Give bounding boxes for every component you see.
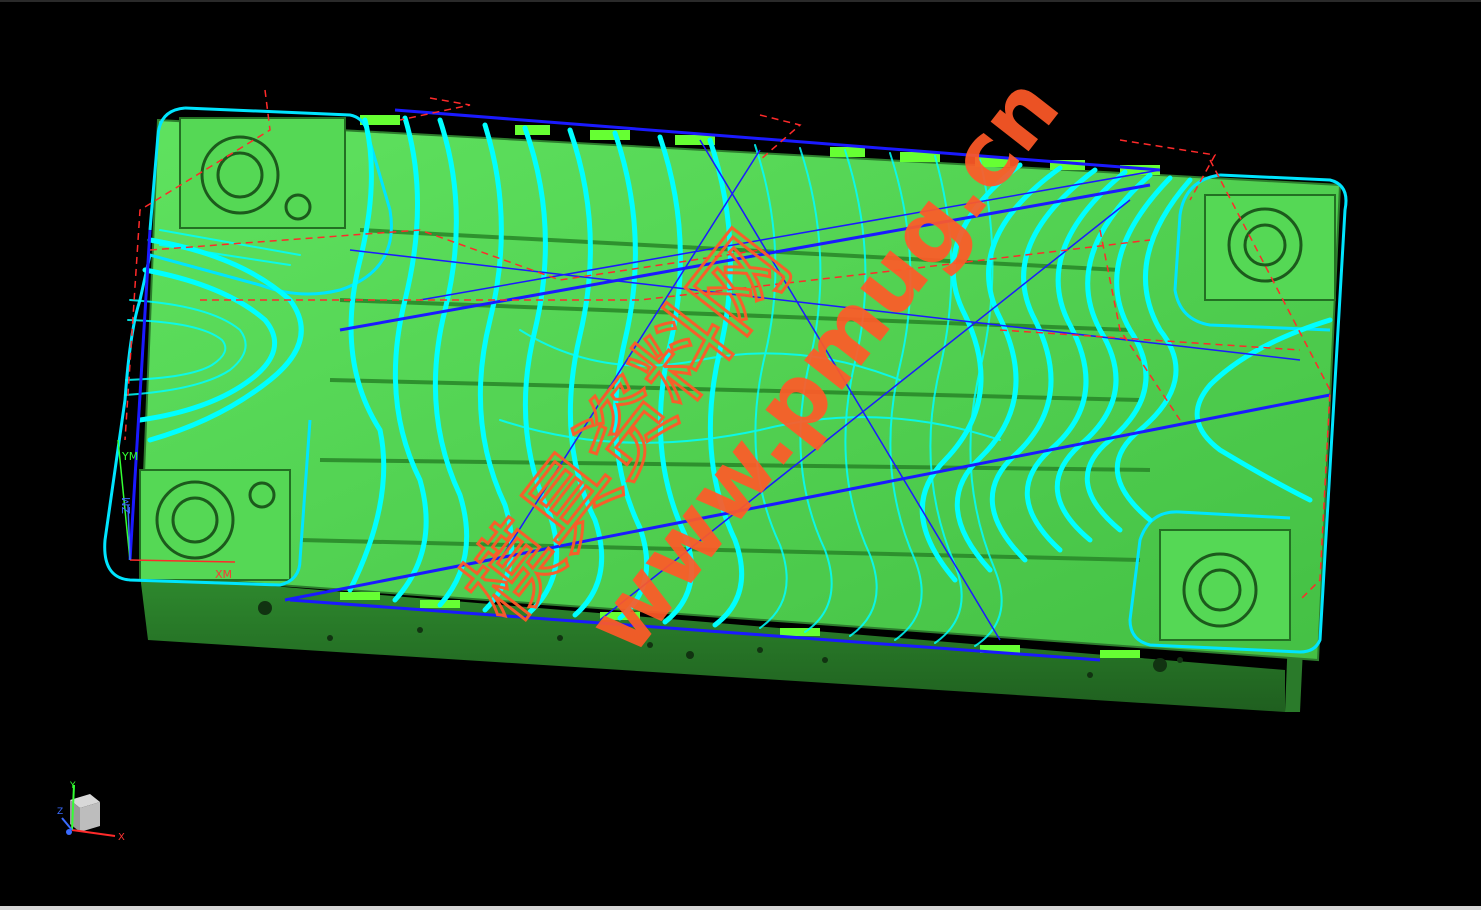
mcs-y-label: YM	[121, 450, 138, 463]
cad-scene[interactable]: XM YM ZM www.pmug.cn 模具资料网 X Y Z	[0, 0, 1481, 908]
triad-x-label: X	[118, 832, 125, 843]
triad-y-label: Y	[69, 781, 76, 791]
corner-boss-bottom-right	[1159, 529, 1291, 641]
status-bar	[0, 906, 1481, 910]
mcs-x-label: XM	[215, 568, 232, 581]
mcs-z-label: ZM	[120, 497, 133, 514]
triad-z-label: Z	[57, 807, 63, 817]
view-triad[interactable]: X Y Z	[57, 781, 125, 843]
graphics-viewport[interactable]: XM YM ZM www.pmug.cn 模具资料网 X Y Z	[0, 0, 1481, 908]
